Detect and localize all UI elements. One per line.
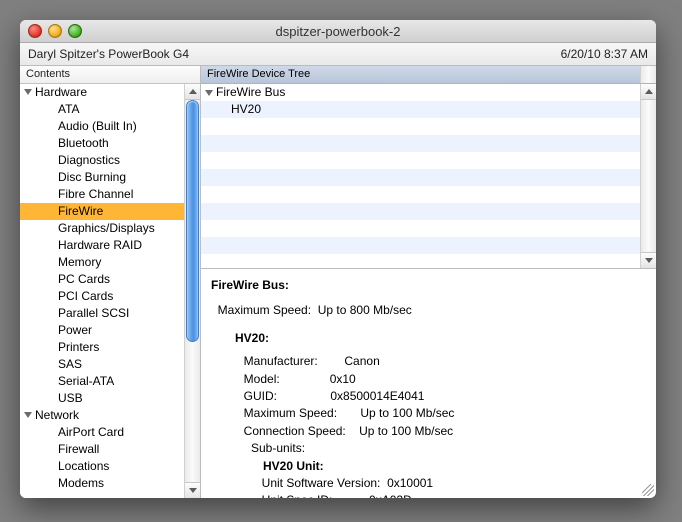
sidebar-group[interactable]: Network (20, 407, 184, 424)
zoom-button[interactable] (68, 24, 82, 38)
disclosure-triangle-icon[interactable] (24, 412, 32, 418)
detail-subunits-label: Sub-units: (251, 441, 305, 455)
sidebar: Contents HardwareATAAudio (Built In)Blue… (20, 66, 201, 498)
sidebar-item[interactable]: Diagnostics (20, 152, 184, 169)
sidebar-item[interactable]: Locations (20, 458, 184, 475)
sidebar-item[interactable]: AirPort Card (20, 424, 184, 441)
device-tree-area: FireWire Device Tree FireWire BusHV20 (201, 66, 656, 269)
sidebar-item[interactable]: USB (20, 390, 184, 407)
sidebar-item[interactable]: Serial-ATA (20, 373, 184, 390)
tree-row-empty (201, 118, 640, 135)
machine-name: Daryl Spitzer's PowerBook G4 (28, 47, 189, 61)
tree-row[interactable]: HV20 (201, 101, 640, 118)
sidebar-item[interactable]: PCI Cards (20, 288, 184, 305)
detail-device-label: HV20: (235, 331, 269, 345)
window: dspitzer-powerbook-2 Daryl Spitzer's Pow… (20, 20, 656, 498)
tree-scrollbar[interactable] (640, 84, 656, 268)
detail-maxspeed-label: Maximum Speed: (218, 303, 311, 317)
tree-row-empty (201, 135, 640, 152)
sidebar-item[interactable]: Graphics/Displays (20, 220, 184, 237)
sidebar-item[interactable]: Firewall (20, 441, 184, 458)
sidebar-list[interactable]: HardwareATAAudio (Built In)BluetoothDiag… (20, 84, 184, 498)
content: Contents HardwareATAAudio (Built In)Blue… (20, 66, 656, 498)
main-panel: FireWire Device Tree FireWire BusHV20 Fi… (201, 66, 656, 498)
spec-row: Connection Speed: Up to 100 Mb/sec (227, 423, 646, 440)
spec-row: Maximum Speed: Up to 100 Mb/sec (227, 405, 646, 422)
detail-maxspeed-value: Up to 800 Mb/sec (318, 303, 412, 317)
spec-row: GUID: 0x8500014E4041 (227, 388, 646, 405)
close-button[interactable] (28, 24, 42, 38)
spec-row: Unit Software Version: 0x10001 (235, 475, 646, 492)
sidebar-item[interactable]: Fibre Channel (20, 186, 184, 203)
sidebar-item[interactable]: Power (20, 322, 184, 339)
sidebar-header[interactable]: Contents (20, 66, 200, 84)
titlebar[interactable]: dspitzer-powerbook-2 (20, 20, 656, 43)
tree-row-empty (201, 203, 640, 220)
spec-row: Manufacturer: Canon (227, 353, 646, 370)
detail-bus-label: FireWire Bus: (211, 278, 289, 292)
device-tree[interactable]: FireWire BusHV20 (201, 84, 640, 268)
sidebar-item[interactable]: FireWire (20, 203, 184, 220)
tree-row-empty (201, 254, 640, 268)
sidebar-item[interactable]: PC Cards (20, 271, 184, 288)
scrollbar-thumb[interactable] (186, 100, 199, 342)
window-title: dspitzer-powerbook-2 (20, 24, 656, 39)
disclosure-triangle-icon[interactable] (205, 90, 213, 96)
sidebar-item[interactable]: Disc Burning (20, 169, 184, 186)
detail-panel: FireWire Bus: Maximum Speed: Up to 800 M… (201, 269, 656, 498)
sidebar-item[interactable]: Audio (Built In) (20, 118, 184, 135)
tree-row-empty (201, 237, 640, 254)
tree-scroll-stub (640, 66, 656, 83)
minimize-button[interactable] (48, 24, 62, 38)
tree-row-empty (201, 152, 640, 169)
sidebar-item[interactable]: Printers (20, 339, 184, 356)
detail-unit-rows: Unit Software Version: 0x10001 Unit Spec… (211, 475, 646, 498)
sidebar-item[interactable]: Bluetooth (20, 135, 184, 152)
tree-header-label: FireWire Device Tree (207, 66, 640, 83)
sidebar-item[interactable]: Parallel SCSI (20, 305, 184, 322)
scroll-down-button[interactable] (641, 252, 656, 268)
scroll-up-button[interactable] (185, 84, 200, 100)
disclosure-triangle-icon[interactable] (24, 89, 32, 95)
scroll-up-button[interactable] (641, 84, 656, 100)
sidebar-item[interactable]: Hardware RAID (20, 237, 184, 254)
spec-row: Model: 0x10 (227, 371, 646, 388)
tree-row[interactable]: FireWire Bus (201, 84, 640, 101)
sidebar-group[interactable]: Hardware (20, 84, 184, 101)
sidebar-scrollbar[interactable] (184, 84, 200, 498)
tree-row-empty (201, 169, 640, 186)
spec-row: Unit Spec ID: 0xA02D (235, 492, 646, 498)
tree-row-empty (201, 220, 640, 237)
traffic-lights (28, 24, 82, 38)
scroll-down-button[interactable] (185, 482, 200, 498)
timestamp: 6/20/10 8:37 AM (561, 47, 648, 61)
subheader: Daryl Spitzer's PowerBook G4 6/20/10 8:3… (20, 43, 656, 66)
detail-spec-rows: Manufacturer: Canon Model: 0x10 GUID: 0x… (211, 353, 646, 440)
tree-row-empty (201, 186, 640, 203)
sidebar-item[interactable]: Memory (20, 254, 184, 271)
detail-unit-label: HV20 Unit: (263, 459, 324, 473)
sidebar-item[interactable]: SAS (20, 356, 184, 373)
resize-handle[interactable] (642, 484, 654, 496)
tree-header[interactable]: FireWire Device Tree (201, 66, 656, 84)
sidebar-item[interactable]: Modems (20, 475, 184, 492)
sidebar-item[interactable]: ATA (20, 101, 184, 118)
